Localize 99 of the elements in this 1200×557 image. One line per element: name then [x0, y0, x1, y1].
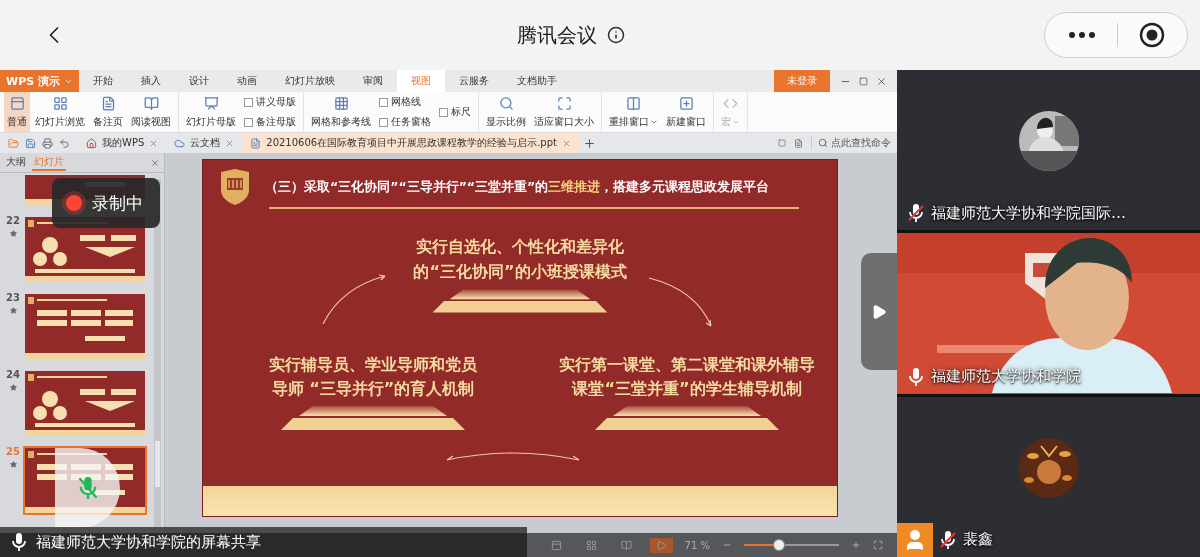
- menu-tab[interactable]: 设计: [174, 70, 223, 92]
- close-icon: [561, 138, 571, 148]
- checkbox[interactable]: [439, 107, 448, 117]
- more-icon: [1067, 31, 1096, 39]
- play-button[interactable]: [649, 537, 673, 553]
- slide-title: （三）采取“三化协同”“三导并行”“三堂并重”的三维推进，搭建多元课程思政发展平台: [265, 178, 770, 196]
- star-icon: [9, 461, 17, 468]
- ribbon-button[interactable]: 适应窗口大小: [531, 92, 597, 132]
- participant-name: 裴鑫: [963, 530, 993, 550]
- document-icon: [250, 137, 262, 149]
- menu-tab[interactable]: 幻灯片放映: [270, 70, 349, 92]
- slide-text: 实行第一课堂、第二课堂和课外辅导 课堂“三堂并重”的学生辅导机制: [559, 353, 815, 401]
- slide-text: 实行自选化、个性化和差异化 的“三化协同”的小班授课模式: [413, 236, 627, 283]
- presentation-icon: [203, 95, 219, 111]
- open-icon[interactable]: [8, 137, 19, 149]
- checkbox-label: 网格线: [391, 95, 421, 109]
- document-tab[interactable]: 我的WPS: [78, 133, 167, 153]
- ribbon-button[interactable]: 备注页: [90, 92, 126, 132]
- close-tab-button[interactable]: [561, 138, 571, 148]
- book-icon: [620, 539, 632, 551]
- star-icon: [9, 307, 17, 314]
- info-icon[interactable]: [607, 26, 625, 44]
- slide-text: 实行辅导员、学业导师和党员 导师 “三导并行”的育人机制: [269, 353, 477, 401]
- checkbox-label: 讲义母版: [256, 95, 296, 109]
- zoom-in-icon[interactable]: [851, 540, 861, 550]
- checkbox-label: 标尺: [451, 105, 471, 119]
- checkbox-label: 任务窗格: [391, 115, 431, 129]
- maximize-icon[interactable]: [859, 76, 868, 86]
- star-icon: [9, 384, 17, 391]
- menu-tab[interactable]: 插入: [126, 70, 175, 92]
- add-window-icon: [678, 95, 694, 111]
- ribbon-button[interactable]: 普通: [4, 92, 30, 132]
- slide-number: 23: [6, 292, 20, 303]
- search-icon: [818, 138, 828, 148]
- menu-tab[interactable]: 文档助手: [502, 70, 571, 92]
- menu-tab[interactable]: 动画: [222, 70, 271, 92]
- menu-tab[interactable]: 审阅: [348, 70, 397, 92]
- undo-icon[interactable]: [59, 137, 70, 149]
- checkbox-label: 备注母版: [256, 115, 296, 129]
- command-search-field[interactable]: 点此查找命令: [811, 136, 891, 150]
- grid-icon: [52, 95, 68, 111]
- close-icon[interactable]: [876, 75, 887, 87]
- close-icon: [149, 138, 159, 148]
- window-title: 腾讯会议: [517, 21, 597, 49]
- book-icon: [143, 95, 159, 111]
- document-tab[interactable]: 20210606在国际教育项目中开展思政课程教学的经验与启示.ppt: [242, 133, 579, 153]
- house-icon: [86, 137, 97, 149]
- menu-tab[interactable]: 云服务: [444, 70, 503, 92]
- columns-icon: [626, 95, 641, 111]
- play-icon: [655, 539, 667, 551]
- cloud-icon: [174, 137, 186, 149]
- close-tab-button[interactable]: [149, 138, 159, 148]
- print-icon[interactable]: [42, 137, 53, 149]
- share-caption: 福建师范大学协和学院的屏幕共享: [36, 532, 261, 552]
- mic-muted-icon: [76, 475, 99, 501]
- panel-tab[interactable]: 大纲: [4, 154, 28, 171]
- close-icon[interactable]: [150, 157, 160, 168]
- close-tab-button[interactable]: [225, 138, 235, 148]
- slide-thumbnail[interactable]: [23, 369, 147, 438]
- checkbox[interactable]: [244, 97, 253, 107]
- close-icon: [225, 138, 235, 148]
- search-icon: [498, 95, 514, 111]
- zoom-reading: 71 %: [684, 539, 710, 551]
- slide-number: 22: [6, 215, 20, 226]
- ribbon-button[interactable]: 网格和参考线: [308, 92, 374, 132]
- layout-icon: [9, 95, 25, 111]
- panel-icon[interactable]: [778, 139, 786, 147]
- slide-number: 24: [6, 369, 20, 380]
- checkbox[interactable]: [244, 117, 253, 127]
- mic-icon: [10, 532, 28, 552]
- ribbon-button[interactable]: 重排窗口: [606, 92, 661, 132]
- ribbon-button[interactable]: 幻灯片母版: [183, 92, 239, 132]
- document-icon: [100, 95, 116, 111]
- record-icon: [1138, 22, 1165, 48]
- layout-icon: [550, 539, 562, 551]
- ribbon-button[interactable]: 新建窗口: [663, 92, 709, 132]
- slide-thumbnail[interactable]: [23, 292, 147, 361]
- fit-icon[interactable]: [873, 540, 883, 550]
- participants-button[interactable]: [897, 523, 933, 557]
- slide-number: 25: [6, 446, 20, 457]
- maximize-icon: [556, 95, 572, 111]
- ribbon-button[interactable]: 阅读视图: [128, 92, 174, 132]
- checkbox[interactable]: [379, 97, 388, 107]
- checkbox[interactable]: [379, 117, 388, 127]
- document-icon[interactable]: [794, 138, 803, 148]
- save-icon[interactable]: [25, 137, 36, 149]
- document-tab[interactable]: 云文档: [166, 133, 243, 153]
- star-icon: [9, 230, 17, 237]
- ribbon-button[interactable]: 显示比例: [483, 92, 529, 132]
- next-page-button[interactable]: [861, 253, 897, 370]
- grid-icon: [585, 539, 597, 551]
- grid-icon: [333, 95, 349, 111]
- menu-tab[interactable]: 开始: [78, 70, 127, 92]
- recording-label: 录制中: [92, 191, 143, 215]
- ribbon-button[interactable]: 幻灯片浏览: [32, 92, 88, 132]
- participant-name: 福建师范大学协和学院国际…: [931, 203, 1126, 223]
- triangle-icon: [871, 303, 887, 320]
- record-dot-icon: [66, 195, 82, 211]
- new-tab-icon[interactable]: [582, 136, 596, 150]
